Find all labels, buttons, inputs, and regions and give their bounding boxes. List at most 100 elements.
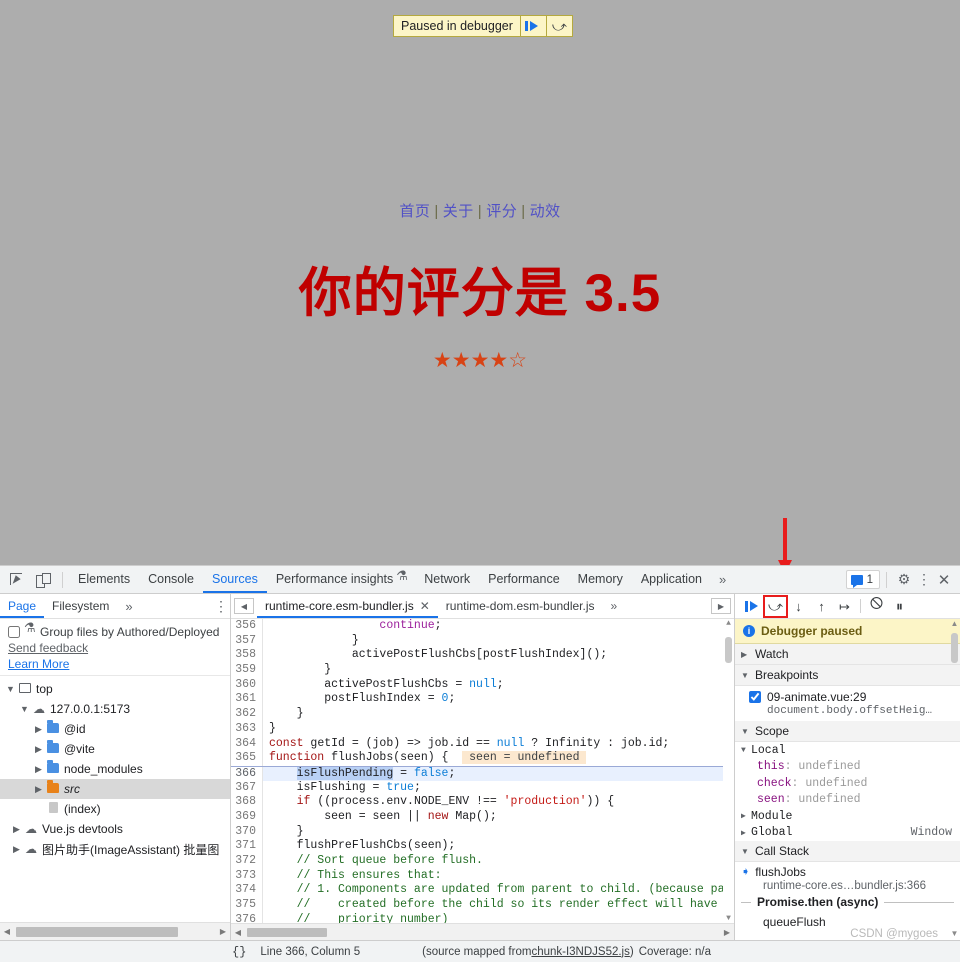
scope-group-global[interactable]: ▶ Global Window	[735, 825, 960, 842]
line-number[interactable]: 373	[231, 868, 263, 884]
code-line[interactable]: 362 }	[231, 707, 734, 722]
scope-group-local[interactable]: ▼ Local	[735, 742, 960, 759]
twisty-icon[interactable]: ▶	[32, 784, 45, 795]
tab-application[interactable]: Application	[632, 566, 711, 593]
navigator-tab-page[interactable]: Page	[0, 594, 44, 618]
twisty-icon[interactable]: ▶	[741, 811, 751, 821]
call-stack-frame-queueflush[interactable]: queueFlush	[735, 912, 960, 930]
pause-on-exceptions-button[interactable]: ⏸	[888, 596, 911, 617]
line-number[interactable]: 371	[231, 839, 263, 854]
twisty-icon[interactable]: ▼	[741, 671, 751, 680]
line-number[interactable]: 367	[231, 780, 263, 796]
code-line[interactable]: 361 postFlushIndex = 0;	[231, 692, 734, 708]
scrollbar-thumb[interactable]	[951, 633, 958, 663]
banner-resume-button[interactable]	[519, 16, 546, 36]
scrollbar-thumb[interactable]	[16, 927, 178, 937]
tree-item-id[interactable]: ▶ @id	[0, 719, 230, 739]
code-line[interactable]: 365 function flushJobs(seen) { seen = und…	[231, 751, 734, 766]
scroll-up-icon[interactable]: ▲	[949, 619, 960, 628]
code-line[interactable]: 371 flushPreFlushCbs(seen);	[231, 839, 734, 854]
line-number[interactable]: 370	[231, 824, 263, 840]
tab-sources[interactable]: Sources	[203, 566, 267, 593]
code-line[interactable]: 368 if ((process.env.NODE_ENV !== 'produ…	[231, 795, 734, 810]
code-line[interactable]: 364 const getId = (job) => job.id == null…	[231, 736, 734, 752]
scroll-left-icon[interactable]: ◀	[231, 928, 245, 937]
line-number[interactable]: 363	[231, 721, 263, 737]
code-line[interactable]: 373 // This ensures that:	[231, 868, 734, 884]
tab-performance-insights[interactable]: Performance insights	[267, 566, 415, 593]
source-map-link[interactable]: chunk-I3NDJS52.js	[531, 946, 629, 958]
code-editor[interactable]: 356 continue; 357 } 358 activePostFlushCbs…	[231, 619, 734, 923]
line-number[interactable]: 358	[231, 648, 263, 664]
line-number[interactable]: 362	[231, 707, 263, 722]
code-line[interactable]: 376 // priority number)	[231, 912, 734, 923]
source-tab-runtime-dom[interactable]: runtime-dom.esm-bundler.js	[438, 594, 603, 618]
console-messages-badge[interactable]: 1	[845, 570, 880, 589]
inspect-element-button[interactable]	[4, 567, 30, 593]
line-number[interactable]: 357	[231, 633, 263, 649]
navigator-overflow-button[interactable]: »	[117, 599, 140, 614]
twisty-icon[interactable]: ▶	[10, 824, 23, 835]
kebab-menu-icon[interactable]: ⋮	[915, 571, 933, 588]
breakpoint-item[interactable]: 09-animate.vue:29 document.body.offsetHe…	[735, 686, 960, 721]
scope-entry-check[interactable]: check: undefined	[735, 775, 960, 792]
deactivate-breakpoints-button[interactable]: 🛇	[865, 596, 888, 617]
code-line[interactable]: 375 // created before the child so its r…	[231, 898, 734, 913]
tree-item-src[interactable]: ▶ src	[0, 779, 230, 799]
scroll-right-icon[interactable]: ▶	[720, 928, 734, 937]
twisty-icon[interactable]: ▼	[18, 704, 31, 714]
gear-icon[interactable]: ⚙	[893, 571, 915, 588]
code-line[interactable]: 367 isFlushing = true;	[231, 780, 734, 796]
tab-console[interactable]: Console	[139, 566, 203, 593]
navigator-more-icon[interactable]: ⋮	[212, 598, 230, 615]
code-line[interactable]: 363}	[231, 721, 734, 737]
learn-more-link[interactable]: Learn More	[8, 657, 222, 671]
banner-step-over-button[interactable]: ⤻	[545, 16, 572, 36]
line-number[interactable]: 361	[231, 692, 263, 708]
resume-button[interactable]	[741, 596, 764, 617]
twisty-icon[interactable]: ▶	[32, 724, 45, 735]
group-files-checkbox[interactable]	[8, 626, 20, 638]
code-line[interactable]: 356 continue;	[231, 619, 734, 634]
code-line[interactable]: 366 isFlushPending = false;	[231, 765, 734, 781]
twisty-icon[interactable]: ▶	[741, 650, 751, 659]
source-tabs-overflow-button[interactable]: »	[603, 599, 626, 613]
watch-section-header[interactable]: ▶ Watch	[735, 644, 960, 665]
line-number[interactable]: 376	[231, 912, 263, 923]
show-debugger-button[interactable]: ▶	[711, 598, 731, 614]
step-over-button[interactable]: ⤻	[763, 594, 788, 618]
code-line[interactable]: 357 }	[231, 633, 734, 649]
twisty-icon[interactable]: ▼	[4, 684, 17, 694]
nav-link-about[interactable]: 关于	[443, 203, 474, 220]
tree-item-index[interactable]: (index)	[0, 799, 230, 819]
pretty-print-button[interactable]: {}	[232, 945, 246, 959]
breakpoints-section-header[interactable]: ▼ Breakpoints	[735, 665, 960, 686]
tree-item-vue-devtools[interactable]: ▶ ☁ Vue.js devtools	[0, 819, 230, 839]
twisty-icon[interactable]: ▶	[10, 844, 23, 855]
close-icon[interactable]: ✕	[420, 594, 430, 618]
scrollbar-thumb[interactable]	[247, 928, 327, 937]
code-line[interactable]: 358 activePostFlushCbs[postFlushIndex]()…	[231, 648, 734, 664]
code-line[interactable]: 374 // 1. Components are updated from pa…	[231, 883, 734, 899]
navigator-horizontal-scrollbar[interactable]: ◀ ▶	[0, 922, 230, 940]
tree-item-image-assistant[interactable]: ▶ ☁ 图片助手(ImageAssistant) 批量图	[0, 839, 230, 859]
line-number[interactable]: 368	[231, 795, 263, 810]
call-stack-section-header[interactable]: ▼ Call Stack	[735, 841, 960, 862]
scroll-up-icon[interactable]: ▲	[723, 619, 734, 628]
tree-item-origin[interactable]: ▼ ☁ 127.0.0.1:5173	[0, 699, 230, 719]
nav-link-animation[interactable]: 动效	[530, 203, 561, 220]
scroll-right-icon[interactable]: ▶	[216, 927, 230, 936]
tree-item-node-modules[interactable]: ▶ node_modules	[0, 759, 230, 779]
twisty-icon[interactable]: ▼	[741, 847, 751, 856]
tree-item-vite[interactable]: ▶ @vite	[0, 739, 230, 759]
device-toolbar-button[interactable]	[30, 567, 56, 593]
line-number[interactable]: 356	[231, 619, 263, 634]
debugger-vertical-scrollbar[interactable]: ▲ ▼	[949, 619, 960, 940]
twisty-icon[interactable]: ▶	[741, 828, 751, 838]
twisty-icon[interactable]: ▼	[741, 746, 751, 755]
code-line[interactable]: 370 }	[231, 824, 734, 840]
navigator-tab-filesystem[interactable]: Filesystem	[44, 594, 117, 618]
tab-network[interactable]: Network	[415, 566, 479, 593]
step-out-button[interactable]: ↑	[810, 596, 833, 617]
breakpoint-checkbox[interactable]	[749, 691, 761, 703]
